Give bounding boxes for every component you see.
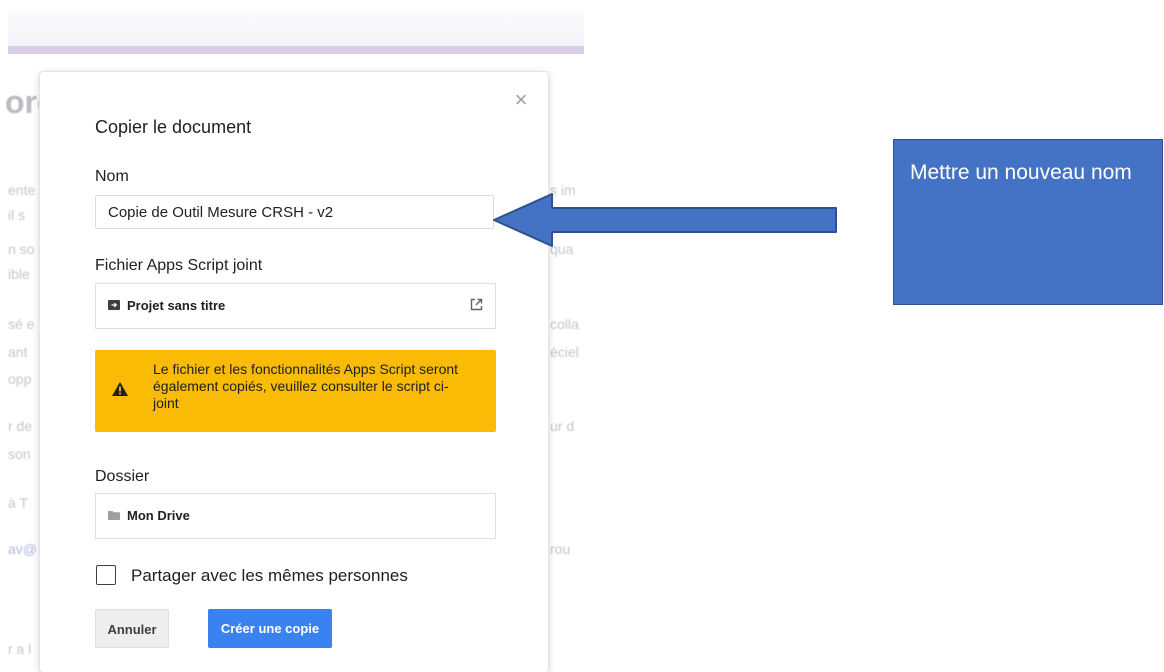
folder-label: Dossier <box>95 468 150 485</box>
apps-script-file-field[interactable]: Projet sans titre <box>95 283 496 329</box>
background-text: r de <box>8 418 33 434</box>
background-text: ant <box>8 344 28 360</box>
annotation-arrow <box>493 193 837 247</box>
background-text: ente <box>8 182 36 198</box>
share-checkbox-label[interactable]: Partager avec les mêmes personnes <box>131 566 408 586</box>
folder-field[interactable]: Mon Drive <box>95 493 496 539</box>
warning-banner: Le fichier et les fonctionnalités Apps S… <box>95 350 496 432</box>
background-text: sé e <box>8 316 35 332</box>
background-top-bar <box>8 10 584 46</box>
background-text: r a l <box>8 641 32 657</box>
background-text: son <box>8 446 31 462</box>
apps-script-label: Fichier Apps Script joint <box>95 257 263 274</box>
name-input[interactable] <box>95 195 494 229</box>
background-text: colla <box>550 316 579 332</box>
apps-script-icon <box>108 300 120 310</box>
callout-text: Mettre un nouveau nom <box>910 161 1132 184</box>
background-text: opp <box>8 371 32 387</box>
folder-icon <box>108 511 120 520</box>
share-checkbox[interactable] <box>96 565 116 585</box>
background-text: ur d <box>550 418 575 434</box>
warning-text: Le fichier et les fonctionnalités Apps S… <box>153 361 459 411</box>
cancel-button[interactable]: Annuler <box>95 609 169 648</box>
background-text: à T <box>8 495 28 511</box>
background-text: rou <box>550 541 571 557</box>
apps-script-file-name: Projet sans titre <box>127 298 226 313</box>
background-text: ible <box>8 266 30 282</box>
open-in-new-icon[interactable] <box>469 297 484 312</box>
background-text: éciel <box>550 344 579 360</box>
background-text: il s <box>8 207 26 223</box>
background-accent-stripe <box>8 46 584 54</box>
copy-document-dialog: × Copier le document Nom Fichier Apps Sc… <box>40 72 548 672</box>
annotation-callout: Mettre un nouveau nom <box>893 139 1163 305</box>
create-copy-button[interactable]: Créer une copie <box>208 609 332 648</box>
warning-icon <box>112 382 128 396</box>
name-label: Nom <box>95 168 129 185</box>
background-text: av@ <box>8 541 37 557</box>
dialog-title: Copier le document <box>95 117 252 137</box>
background-text: n so <box>8 241 35 257</box>
close-icon[interactable]: × <box>512 89 530 111</box>
folder-name: Mon Drive <box>127 508 190 523</box>
